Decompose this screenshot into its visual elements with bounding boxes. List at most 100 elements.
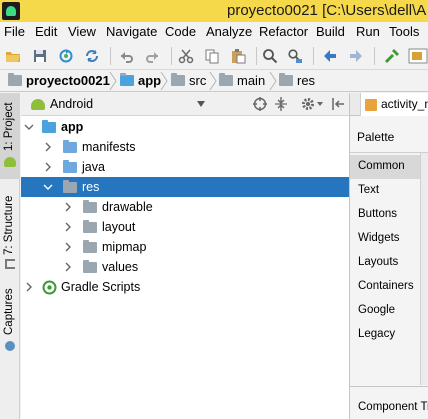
chevron-right-icon[interactable] (43, 161, 53, 173)
tab-activity-main[interactable]: activity_m (360, 93, 428, 116)
settings-gear-icon[interactable] (301, 97, 315, 111)
replace-icon[interactable] (287, 48, 303, 64)
title-bar: proyecto0021 [C:\Users\dell\A (0, 0, 428, 22)
tree-item-java[interactable]: java (21, 157, 349, 177)
folder-icon (8, 73, 22, 86)
menu-file[interactable]: File (4, 22, 25, 39)
undo-icon[interactable] (118, 48, 134, 64)
component-tree-title: Component Tr (358, 401, 428, 413)
paste-icon[interactable] (230, 48, 246, 64)
tab-project[interactable]: 1: Project (0, 93, 20, 179)
toolbar-separator (171, 47, 172, 65)
gradle-icon (42, 280, 57, 295)
menu-edit[interactable]: Edit (35, 22, 57, 39)
synchronize-icon[interactable] (84, 48, 100, 64)
find-icon[interactable] (262, 48, 278, 64)
palette-panel: Palette Common Text Buttons Widgets Layo… (349, 116, 428, 419)
breadcrumb-separator-icon (209, 71, 217, 91)
cut-icon[interactable] (178, 48, 194, 64)
menu-build[interactable]: Build (316, 22, 345, 39)
menu-view[interactable]: View (68, 22, 96, 39)
palette-category-layouts[interactable]: Layouts (350, 251, 420, 275)
chevron-down-icon[interactable] (24, 121, 34, 133)
sync-icon[interactable] (58, 48, 74, 64)
tree-item-mipmap[interactable]: mipmap (21, 237, 349, 257)
tree-item-label: res (82, 180, 100, 194)
palette-category-common[interactable]: Common (350, 155, 420, 179)
hide-panel-icon[interactable] (331, 97, 345, 111)
chevron-right-icon[interactable] (43, 141, 53, 153)
palette-category-google[interactable]: Google (350, 299, 420, 323)
palette-category-containers[interactable]: Containers (350, 275, 420, 299)
category-label: Buttons (358, 208, 397, 220)
palette-category-legacy[interactable]: Legacy (350, 323, 420, 347)
navigation-breadcrumb: proyecto0021 app src main res (0, 70, 428, 92)
tree-item-label: values (102, 260, 139, 274)
menu-analyze[interactable]: Analyze (206, 22, 252, 39)
tree-item-drawable[interactable]: drawable (21, 197, 349, 217)
tree-item-label: java (82, 160, 105, 174)
palette-category-text[interactable]: Text (350, 179, 420, 203)
tab-captures[interactable]: Captures (0, 283, 20, 353)
tree-item-layout[interactable]: layout (21, 217, 349, 237)
captures-icon (5, 341, 15, 351)
android-studio-icon (2, 2, 20, 20)
scroll-from-source-icon[interactable] (253, 97, 267, 111)
tree-item-label: mipmap (102, 240, 147, 254)
toolbar-separator (374, 47, 375, 65)
editor-tab-bar: activity_m (349, 93, 428, 116)
tree-item-app[interactable]: app (21, 117, 349, 137)
module-folder-icon (120, 73, 134, 86)
run-config-icon[interactable] (408, 48, 428, 64)
chevron-right-icon[interactable] (24, 281, 34, 293)
category-label: Google (358, 304, 396, 316)
chevron-right-icon[interactable] (63, 241, 73, 253)
menu-code[interactable]: Code (165, 22, 196, 39)
project-view-selector[interactable]: Android (50, 97, 93, 111)
menu-bar: File Edit View Navigate Code Analyze Ref… (0, 22, 428, 42)
palette-items-list (421, 153, 428, 385)
android-icon (31, 99, 45, 110)
copy-icon[interactable] (204, 48, 220, 64)
palette-category-widgets[interactable]: Widgets (350, 227, 420, 251)
chevron-right-icon[interactable] (63, 261, 73, 273)
tree-item-gradle-scripts[interactable]: Gradle Scripts (21, 277, 349, 297)
settings-dropdown-icon[interactable] (317, 102, 323, 106)
tree-item-res[interactable]: res (21, 177, 349, 197)
chevron-right-icon[interactable] (63, 221, 73, 233)
project-android-icon (4, 157, 16, 167)
divider (350, 152, 428, 153)
category-label: Text (358, 184, 380, 196)
tree-item-manifests[interactable]: manifests (21, 137, 349, 157)
category-label: Containers (358, 280, 414, 292)
palette-title: Palette (357, 130, 395, 144)
save-all-icon[interactable] (32, 48, 48, 64)
toolbar-separator (313, 47, 314, 65)
open-folder-icon[interactable] (5, 48, 21, 64)
forward-arrow-icon[interactable] (348, 48, 364, 64)
redo-icon[interactable] (145, 48, 161, 64)
collapse-all-icon[interactable] (274, 97, 288, 111)
back-arrow-icon[interactable] (322, 48, 338, 64)
tab-structure[interactable]: 7: Structure (0, 183, 20, 273)
tab-label: activity_m (381, 97, 428, 111)
chevron-right-icon[interactable] (63, 201, 73, 213)
divider (350, 386, 428, 387)
toolbar-separator (256, 47, 257, 65)
layout-file-icon (365, 99, 377, 111)
make-project-icon[interactable] (384, 48, 400, 64)
dropdown-arrow-icon[interactable] (197, 101, 205, 107)
menu-run[interactable]: Run (356, 22, 380, 39)
tree-item-label: app (61, 120, 84, 134)
menu-navigate[interactable]: Navigate (106, 22, 157, 39)
chevron-down-icon[interactable] (43, 181, 53, 193)
breadcrumb-separator-icon (269, 71, 277, 91)
tree-item-label: drawable (102, 200, 153, 214)
toolbar-separator (110, 47, 111, 65)
tree-item-values[interactable]: values (21, 257, 349, 277)
menu-tools[interactable]: Tools (389, 22, 419, 39)
tree-item-label: layout (102, 220, 136, 234)
menu-refactor[interactable]: Refactor (259, 22, 308, 39)
breadcrumb-separator-icon (109, 71, 117, 91)
palette-category-buttons[interactable]: Buttons (350, 203, 420, 227)
